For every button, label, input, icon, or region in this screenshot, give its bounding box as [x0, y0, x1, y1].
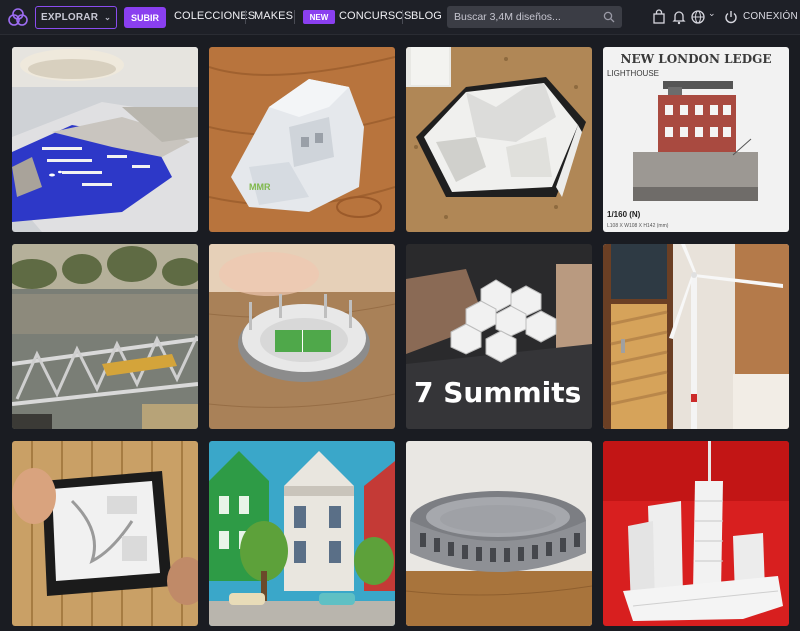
design-card-stadium[interactable] — [209, 244, 395, 429]
thingiverse-logo-icon[interactable] — [8, 7, 28, 27]
design-card-bridge[interactable] — [12, 244, 198, 429]
power-icon[interactable] — [723, 9, 739, 25]
nav-link-blog[interactable]: BLOG — [411, 10, 442, 22]
victorian-houses-model-image — [209, 441, 395, 626]
login-link[interactable]: CONEXIÓN — [743, 11, 798, 22]
search-input[interactable] — [454, 11, 604, 23]
nav-link-collections[interactable]: COLECCIONES — [174, 10, 255, 22]
nav-divider — [294, 10, 295, 24]
nav-link-contests[interactable]: CONCURSOS — [339, 10, 411, 22]
upload-button[interactable]: SUBIR — [124, 7, 166, 28]
globe-icon[interactable] — [690, 9, 706, 25]
nav-link-makes[interactable]: MAKES — [254, 10, 293, 22]
design-card-mountain-house[interactable]: MMR — [209, 47, 395, 232]
design-card-colosseum[interactable] — [406, 441, 592, 626]
harbor-map-model-image — [12, 47, 198, 232]
terrain-relief-model-image — [406, 47, 592, 232]
lighthouse-model-image: NEW LONDON LEDGE LIGHTHOUSE 1/160 (N) L1… — [603, 47, 789, 232]
design-card-victorian-houses[interactable] — [209, 441, 395, 626]
shopping-bag-icon[interactable] — [651, 9, 667, 25]
skyscrapers-model-image — [603, 441, 789, 626]
seven-summits-caption: 7 Summits — [414, 376, 581, 409]
design-card-relief-tablet[interactable] — [12, 441, 198, 626]
new-badge: NEW — [303, 10, 335, 24]
explore-label: EXPLORAR — [40, 12, 99, 23]
stadium-model-image — [209, 244, 395, 429]
relief-tablet-model-image — [12, 441, 198, 626]
bell-icon[interactable] — [671, 9, 687, 25]
search-box — [447, 6, 622, 28]
mountain-house-model-image: MMR — [209, 47, 395, 232]
explore-button[interactable]: EXPLORAR ⌄ — [35, 6, 117, 29]
search-icon[interactable] — [603, 11, 615, 23]
nav-divider — [402, 10, 403, 24]
seven-summits-model-image: 7 Summits — [406, 244, 592, 429]
design-card-skyscrapers[interactable] — [603, 441, 789, 626]
lighthouse-scale: 1/160 (N) — [607, 210, 641, 219]
design-card-wind-turbine[interactable] — [603, 244, 789, 429]
watermark-label: MMR — [249, 182, 271, 192]
design-card-terrain[interactable] — [406, 47, 592, 232]
railway-bridge-model-image — [12, 244, 198, 429]
chevron-down-icon: ⌄ — [104, 13, 112, 22]
nav-divider — [245, 10, 246, 24]
chevron-down-icon[interactable]: ⌄ — [708, 8, 716, 19]
top-navbar: EXPLORAR ⌄ SUBIR COLECCIONES MAKES NEW C… — [0, 0, 800, 35]
lighthouse-title: NEW LONDON LEDGE — [620, 52, 771, 66]
design-card-harbor[interactable] — [12, 47, 198, 232]
lighthouse-dims: L108 X W108 X H142 (mm) — [607, 223, 669, 229]
design-card-lighthouse[interactable]: NEW LONDON LEDGE LIGHTHOUSE 1/160 (N) L1… — [603, 47, 789, 232]
wind-turbine-model-image — [603, 244, 789, 429]
colosseum-model-image — [406, 441, 592, 626]
lighthouse-subtitle: LIGHTHOUSE — [607, 69, 659, 78]
design-card-seven-summits[interactable]: 7 Summits — [406, 244, 592, 429]
